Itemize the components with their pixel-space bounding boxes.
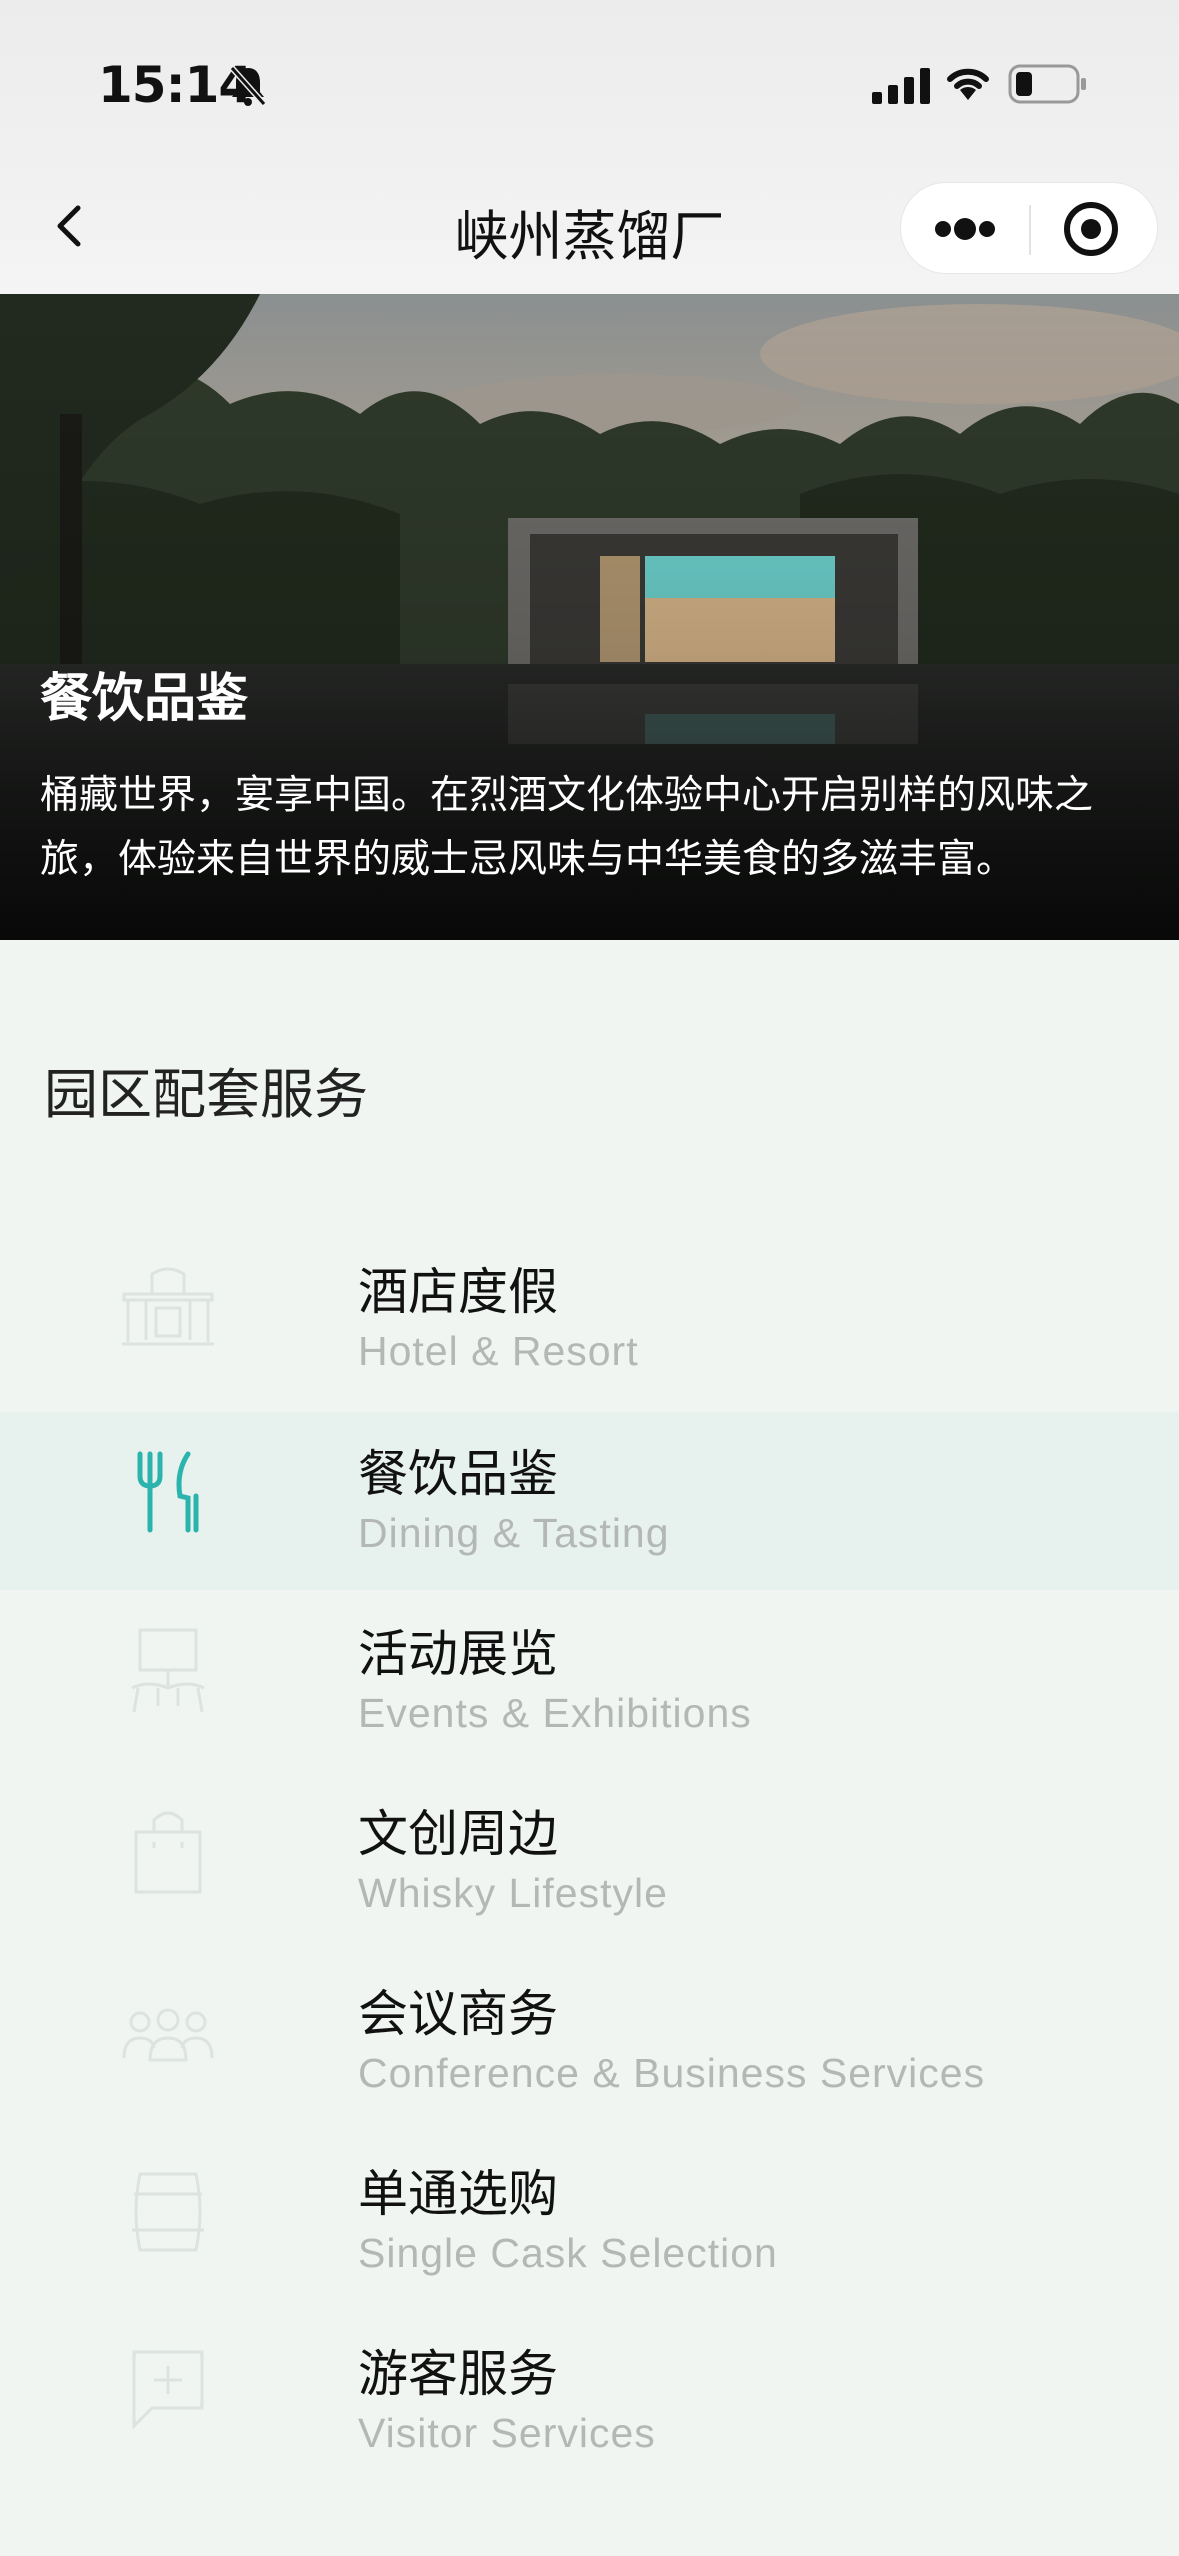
service-en-label: Dining & Tasting [358,1510,670,1556]
shopping-bag-icon [134,1811,202,1894]
service-item-visitor[interactable]: 游客服务 Visitor Services [0,2312,1179,2490]
section-title: 园区配套服务 [44,1063,368,1126]
service-en-label: Single Cask Selection [358,2230,778,2276]
hero-title: 餐饮品鉴 [40,669,249,729]
top-bar: 15:14 峡州蒸馏厂 [0,0,1179,294]
fork-knife-icon [137,1451,199,1533]
close-button[interactable] [1031,183,1159,275]
battery-icon [1008,64,1086,104]
service-cn-label: 酒店度假 [358,1263,558,1321]
service-item-lifestyle[interactable]: 文创周边 Whisky Lifestyle [0,1772,1179,1950]
chat-plus-icon [132,2350,204,2430]
service-cn-label: 会议商务 [358,1985,558,2043]
service-item-dining[interactable]: 餐饮品鉴 Dining & Tasting [0,1412,1179,1590]
exhibition-icon [131,1628,205,1713]
hero-banner: 餐饮品鉴 桶藏世界，宴享中国。在烈酒文化体验中心开启别样的风味之旅，体验来自世界… [0,294,1179,940]
service-item-hotel[interactable]: 酒店度假 Hotel & Resort [0,1230,1179,1408]
service-en-label: Whisky Lifestyle [358,1870,668,1916]
service-cn-label: 文创周边 [358,1805,558,1863]
service-cn-label: 单通选购 [358,2165,558,2223]
service-cn-label: 活动展览 [358,1625,558,1683]
more-dots-icon [935,218,995,240]
service-cn-label: 游客服务 [358,2345,558,2403]
hotel-icon [122,1267,214,1346]
service-en-label: Events & Exhibitions [358,1690,752,1736]
service-item-events[interactable]: 活动展览 Events & Exhibitions [0,1592,1179,1770]
service-en-label: Conference & Business Services [358,2050,986,2096]
service-item-conference[interactable]: 会议商务 Conference & Business Services [0,1952,1179,2130]
service-en-label: Visitor Services [358,2410,656,2456]
cellular-signal-icon [872,68,930,104]
people-icon [122,2008,214,2062]
service-cn-label: 餐饮品鉴 [358,1445,558,1503]
mini-program-capsule [900,182,1158,274]
bell-muted-icon [229,66,267,106]
service-item-cask[interactable]: 单通选购 Single Cask Selection [0,2132,1179,2310]
service-en-label: Hotel & Resort [358,1328,639,1374]
cask-icon [132,2172,204,2252]
more-button[interactable] [901,183,1029,275]
wifi-icon [947,68,989,100]
hero-description: 桶藏世界，宴享中国。在烈酒文化体验中心开启别样的风味之旅，体验来自世界的威士忌风… [40,773,1094,882]
target-close-icon [1064,202,1118,256]
